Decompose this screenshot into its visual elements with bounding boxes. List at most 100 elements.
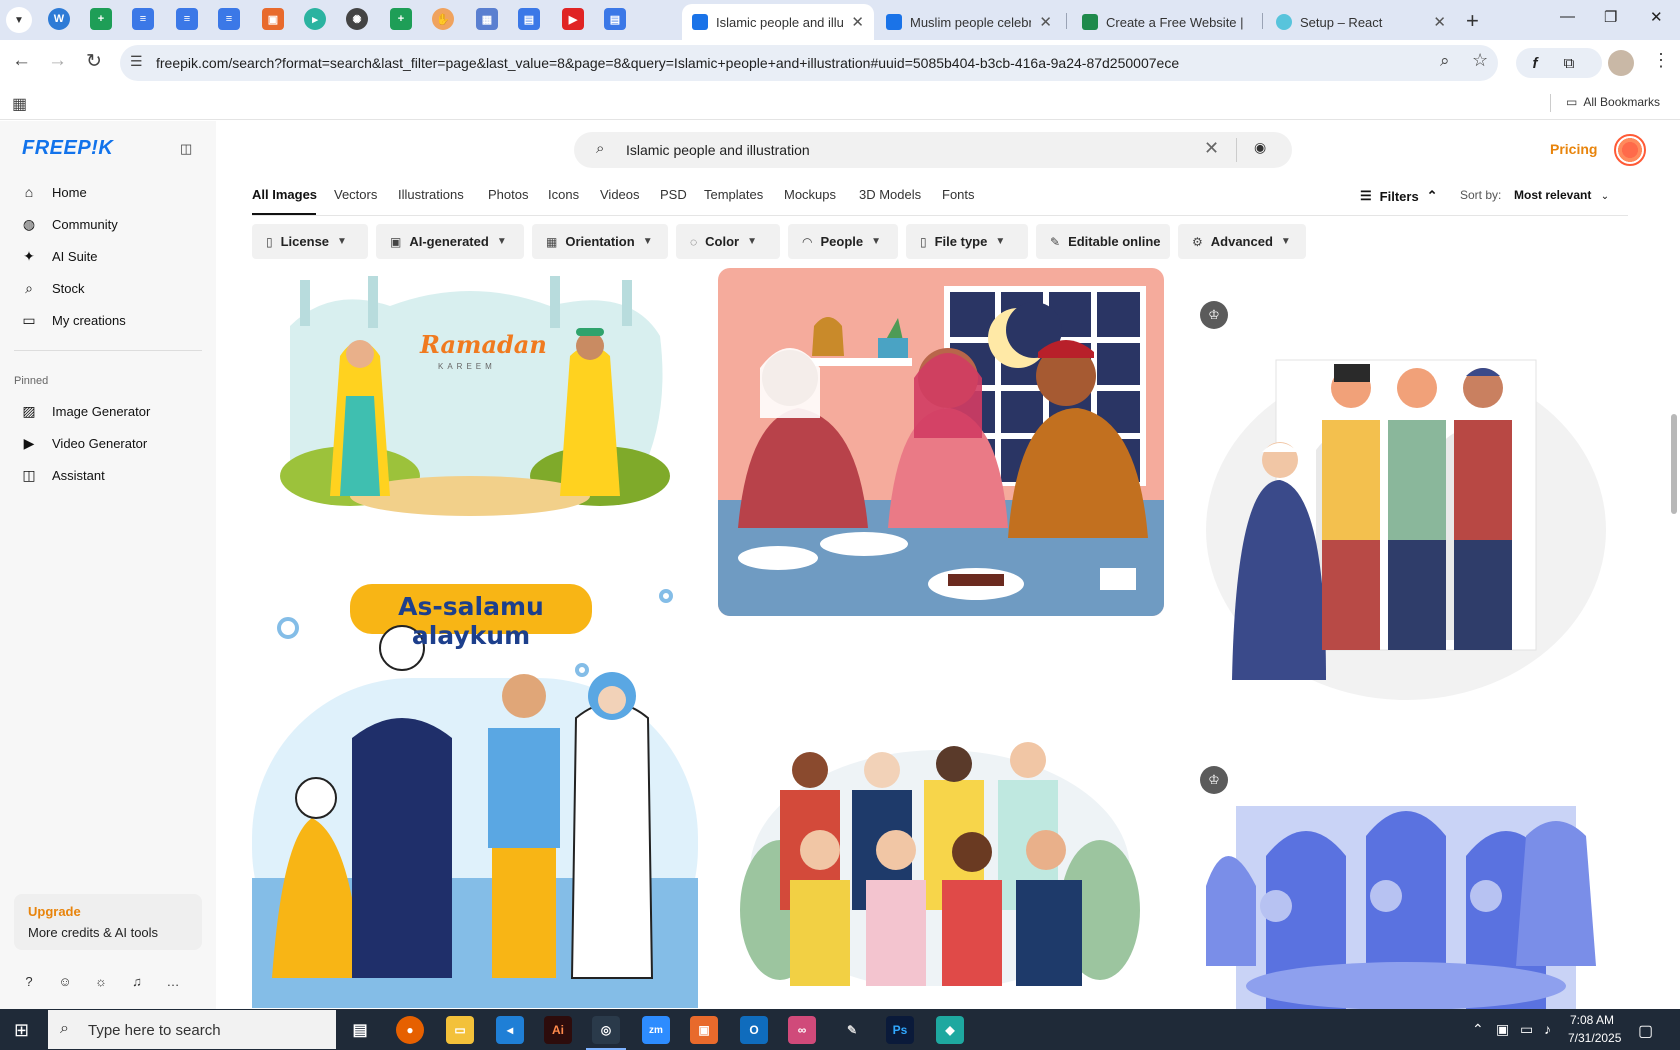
notifications-icon[interactable]: ▢: [1638, 1021, 1653, 1041]
camera-search-icon[interactable]: ◉: [1254, 139, 1266, 156]
image-card-men-praying[interactable]: ♔: [1196, 300, 1606, 700]
pinned-tab-sheets[interactable]: +: [90, 8, 112, 30]
tab-muslim-people[interactable]: Muslim people celebra ✕: [876, 4, 1062, 40]
back-arrow-icon[interactable]: ←: [12, 50, 31, 72]
tab-vectors[interactable]: Vectors: [334, 187, 377, 202]
firefox-icon[interactable]: ●: [396, 1016, 424, 1044]
profile-avatar[interactable]: [1608, 50, 1634, 76]
clock-date[interactable]: 7/31/2025: [1568, 1031, 1621, 1045]
tab-freepik-active[interactable]: Islamic people and illus ✕: [682, 4, 874, 40]
tab-fonts[interactable]: Fonts: [942, 187, 975, 202]
outlook-icon[interactable]: O: [740, 1016, 768, 1044]
close-tab-icon[interactable]: ✕: [1433, 13, 1446, 31]
bookmark-star-icon[interactable]: ☆: [1472, 50, 1488, 71]
pinned-tab-openai[interactable]: ✺: [346, 8, 368, 30]
creative-cloud-icon[interactable]: ∞: [788, 1016, 816, 1044]
tab-photos[interactable]: Photos: [488, 187, 528, 202]
sidebar-item-video-generator[interactable]: ▶ Video Generator: [20, 435, 148, 452]
tab-mockups[interactable]: Mockups: [784, 187, 836, 202]
help-icon[interactable]: ?: [20, 974, 38, 989]
editable-online-filter[interactable]: ✎ Editable online: [1036, 224, 1170, 259]
tray-volume-icon[interactable]: ♪: [1544, 1021, 1551, 1037]
tab-illustrations[interactable]: Illustrations: [398, 187, 464, 202]
apps-grid-icon[interactable]: ▦: [12, 94, 27, 114]
photoshop-icon[interactable]: Ps: [886, 1016, 914, 1044]
font-extension-icon[interactable]: f: [1520, 48, 1550, 78]
scrollbar-thumb[interactable]: [1671, 414, 1677, 514]
restore-icon[interactable]: ❐: [1604, 8, 1617, 26]
clear-search-icon[interactable]: ✕: [1204, 138, 1219, 159]
url-text[interactable]: freepik.com/search?format=search&last_fi…: [156, 55, 1179, 71]
taskbar-search[interactable]: ⌕ Type here to search: [48, 1010, 336, 1049]
image-card-ramadan-kareem[interactable]: Ramadan KAREEM: [270, 266, 676, 518]
tray-network-icon[interactable]: ▭: [1520, 1021, 1533, 1038]
more-options-icon[interactable]: …: [164, 974, 182, 989]
discord-icon[interactable]: ☺: [56, 974, 74, 989]
sidebar-item-community[interactable]: ◍ Community: [20, 216, 118, 233]
pinned-tab-docs-1[interactable]: ≡: [132, 8, 154, 30]
pinned-tab-docs-3[interactable]: ≡: [218, 8, 240, 30]
filters-button[interactable]: ☰ Filters ⌃: [1360, 188, 1438, 204]
site-info-icon[interactable]: ☰: [130, 53, 143, 70]
tray-display-icon[interactable]: ▣: [1496, 1021, 1509, 1038]
sidebar-item-image-generator[interactable]: ▨ Image Generator: [20, 403, 150, 420]
image-card-as-salamu-alaykum[interactable]: As-salamu alaykum: [252, 578, 698, 1008]
tab-3d-models[interactable]: 3D Models: [859, 187, 921, 202]
user-avatar[interactable]: [1614, 134, 1646, 166]
illustrator-icon[interactable]: Ai: [544, 1016, 572, 1044]
orientation-filter[interactable]: ▦ Orientation ▼: [532, 224, 668, 259]
tab-create-website[interactable]: Create a Free Website |: [1072, 4, 1258, 40]
sidebar-item-assistant[interactable]: ◫ Assistant: [20, 467, 104, 484]
tab-search-button[interactable]: ▼: [6, 7, 32, 33]
task-view-icon[interactable]: ▤: [346, 1016, 374, 1044]
tab-videos[interactable]: Videos: [600, 187, 640, 202]
new-tab-icon[interactable]: +: [1466, 8, 1479, 34]
tab-psd[interactable]: PSD: [660, 187, 687, 202]
ai-generated-filter[interactable]: ▣ AI-generated ▼: [376, 224, 524, 259]
chrome-menu-icon[interactable]: ⋮: [1652, 50, 1670, 71]
all-bookmarks-button[interactable]: ▭ All Bookmarks: [1566, 95, 1660, 109]
sidebar-toggle-icon[interactable]: ◫: [180, 141, 192, 157]
orange-app-icon[interactable]: ▣: [690, 1016, 718, 1044]
sidebar-item-ai-suite[interactable]: ✦ AI Suite: [20, 248, 97, 265]
sort-dropdown[interactable]: Most relevant ⌄: [1514, 188, 1609, 202]
reload-icon[interactable]: ↻: [86, 50, 102, 73]
pinned-tab-grid[interactable]: ▦: [476, 8, 498, 30]
freepik-logo[interactable]: FREEP!K: [22, 137, 113, 160]
tab-setup-react[interactable]: Setup – React ✕: [1266, 4, 1456, 40]
close-tab-icon[interactable]: ✕: [1039, 13, 1052, 31]
clock-time[interactable]: 7:08 AM: [1570, 1013, 1614, 1027]
close-window-icon[interactable]: ✕: [1650, 8, 1663, 26]
theme-sun-icon[interactable]: ☼: [92, 974, 110, 989]
page-scrollbar[interactable]: [1668, 121, 1680, 1009]
address-bar[interactable]: ☰ freepik.com/search?format=search&last_…: [120, 45, 1498, 81]
search-input[interactable]: Islamic people and illustration: [626, 142, 810, 158]
advanced-filter[interactable]: ⚙ Advanced ▼: [1178, 224, 1306, 259]
pinned-tab-orange[interactable]: ▣: [262, 8, 284, 30]
tab-all-images[interactable]: All Images: [252, 187, 317, 202]
chrome-icon[interactable]: ◎: [586, 1016, 626, 1050]
extensions-puzzle-icon[interactable]: ⧉: [1554, 48, 1584, 78]
pen-tool-icon[interactable]: ✎: [838, 1016, 866, 1044]
license-filter[interactable]: ▯ License ▼: [252, 224, 368, 259]
zoom-app-icon[interactable]: zm: [642, 1016, 670, 1044]
file-type-filter[interactable]: ▯ File type ▼: [906, 224, 1028, 259]
pinned-tab-wordpress[interactable]: W: [48, 8, 70, 30]
pinned-tab-forms-2[interactable]: ▤: [604, 8, 626, 30]
teal-app-icon[interactable]: ◆: [936, 1016, 964, 1044]
pinned-tab-teal[interactable]: ▸: [304, 8, 326, 30]
pinned-tab-docs-2[interactable]: ≡: [176, 8, 198, 30]
image-card-diverse-group[interactable]: [740, 730, 1140, 986]
pinned-tab-youtube[interactable]: ▶: [562, 8, 584, 30]
search-bar[interactable]: ⌕ Islamic people and illustration ✕ ◉: [574, 132, 1292, 168]
forward-arrow-icon[interactable]: →: [48, 50, 67, 72]
pinned-tab-hand[interactable]: ✋: [432, 8, 454, 30]
pinned-tab-forms[interactable]: ▤: [518, 8, 540, 30]
pinned-tab-sheets-2[interactable]: +: [390, 8, 412, 30]
sidebar-item-stock[interactable]: ⌕ Stock: [20, 280, 84, 297]
people-filter[interactable]: ◠ People ▼: [788, 224, 898, 259]
tab-templates[interactable]: Templates: [704, 187, 763, 202]
image-card-iftar-family[interactable]: [718, 268, 1164, 616]
image-card-blue-iftar[interactable]: ♔: [1196, 766, 1606, 1009]
sidebar-item-home[interactable]: ⌂ Home: [20, 184, 87, 200]
